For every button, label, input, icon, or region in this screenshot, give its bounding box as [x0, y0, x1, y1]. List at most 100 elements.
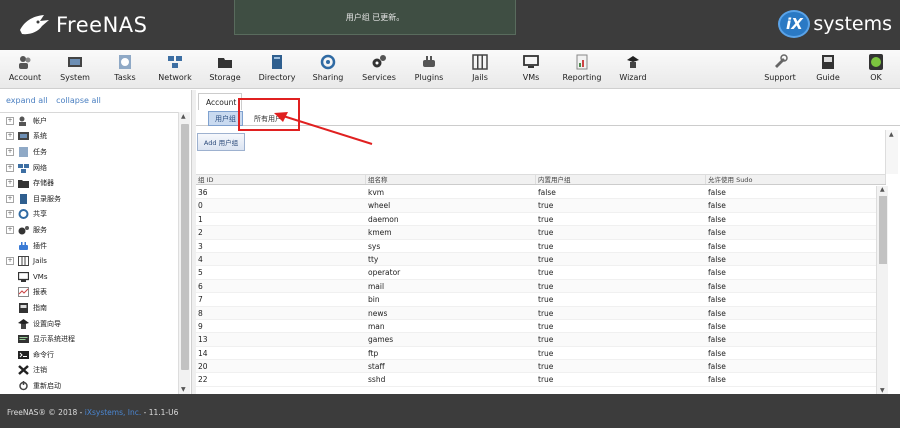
- toolbar-account-button[interactable]: Account: [0, 52, 50, 87]
- scroll-down-arrow-icon[interactable]: ▼: [880, 387, 885, 394]
- ixsystems-link[interactable]: iXsystems, Inc.: [85, 408, 141, 417]
- cell-gid: 1: [198, 214, 203, 224]
- collapse-all-link[interactable]: collapse all: [56, 96, 101, 105]
- scroll-up-arrow-icon[interactable]: ▲: [889, 131, 894, 138]
- toolbar-wizard-button[interactable]: Wizard: [608, 52, 658, 87]
- cell-builtin: true: [538, 321, 554, 331]
- scroll-up-arrow-icon[interactable]: ▲: [181, 113, 186, 120]
- cell-group-name: games: [368, 335, 394, 345]
- tree-item-system[interactable]: + 系统: [0, 129, 178, 145]
- expand-plus-icon[interactable]: +: [6, 179, 14, 188]
- toolbar-tasks-button[interactable]: Tasks: [100, 52, 150, 87]
- cell-gid: 8: [198, 308, 203, 318]
- cell-group-name: staff: [368, 362, 385, 372]
- toolbar-reporting-button[interactable]: Reporting: [557, 52, 607, 87]
- cell-builtin: true: [538, 281, 554, 291]
- expand-plus-icon[interactable]: +: [6, 116, 14, 125]
- cell-builtin: true: [538, 228, 554, 238]
- column-header-sudo[interactable]: 允许使用 Sudo: [706, 175, 886, 184]
- cell-gid: 7: [198, 295, 203, 305]
- copyright-text: FreeNAS® © 2018 -: [7, 408, 85, 417]
- expand-plus-icon[interactable]: +: [6, 132, 14, 141]
- toolbar-directory-button[interactable]: Directory: [252, 52, 302, 87]
- table-row[interactable]: 8 news true false: [196, 306, 886, 320]
- expand-plus-icon[interactable]: +: [6, 257, 14, 266]
- sidebar-scrollbar[interactable]: ▲ ▼: [178, 112, 190, 394]
- tree-item-logout[interactable]: 注销: [0, 363, 178, 379]
- grid-header: 组 ID 组名称 内置用户组 允许使用 Sudo: [196, 174, 886, 185]
- expand-all-link[interactable]: expand all: [6, 96, 48, 105]
- expand-plus-icon[interactable]: +: [6, 210, 14, 219]
- table-row[interactable]: 3 sys true false: [196, 240, 886, 253]
- cell-sudo: false: [708, 214, 726, 224]
- guide-icon: [19, 302, 28, 313]
- tree-item-sharing[interactable]: + 共享: [0, 207, 178, 223]
- table-row[interactable]: 7 bin true false: [196, 293, 886, 307]
- tree-item-reboot[interactable]: 重新启动: [0, 378, 178, 394]
- toolbar-support-button[interactable]: Support: [755, 52, 805, 87]
- cell-gid: 6: [198, 281, 203, 291]
- table-row[interactable]: 4 tty true false: [196, 252, 886, 267]
- toolbar-system-button[interactable]: System: [50, 52, 100, 87]
- toolbar-sharing-button[interactable]: Sharing: [303, 52, 353, 87]
- sidebar-scroll-thumb[interactable]: [181, 124, 189, 370]
- tree-item-accounts[interactable]: + 帐户: [0, 113, 178, 129]
- tree-item-directory[interactable]: + 目录服务: [0, 191, 178, 207]
- tab-account[interactable]: Account: [198, 93, 242, 110]
- grid-scrollbar[interactable]: ▲ ▼: [876, 186, 888, 394]
- tree-item-plugins[interactable]: 插件: [0, 238, 178, 254]
- freenas-shark-icon: [20, 15, 49, 35]
- toolbar-services-button[interactable]: Services: [354, 52, 404, 87]
- tree-item-storage[interactable]: + 存储器: [0, 175, 178, 191]
- cell-builtin: true: [538, 201, 554, 211]
- cell-group-name: kmem: [368, 228, 392, 238]
- scroll-up-arrow-icon[interactable]: ▲: [880, 186, 885, 193]
- column-header-gid[interactable]: 组 ID: [196, 175, 366, 184]
- table-row[interactable]: 6 mail true false: [196, 279, 886, 294]
- column-header-builtin[interactable]: 内置用户组: [536, 175, 706, 184]
- expand-plus-icon[interactable]: +: [6, 225, 14, 234]
- table-row[interactable]: 5 operator true false: [196, 266, 886, 280]
- scroll-down-arrow-icon[interactable]: ▼: [181, 386, 186, 393]
- table-row[interactable]: 0 wheel true false: [196, 199, 886, 213]
- table-row[interactable]: 36 kvm false false: [196, 186, 886, 200]
- toolbar-ok-status-button[interactable]: OK: [851, 52, 900, 87]
- network-icon: [18, 163, 29, 173]
- add-group-button[interactable]: Add 用户组: [197, 133, 245, 151]
- table-row[interactable]: 2 kmem true false: [196, 226, 886, 240]
- tree-item-services[interactable]: + 服务: [0, 222, 178, 238]
- table-row[interactable]: 1 daemon true false: [196, 213, 886, 227]
- table-row[interactable]: 9 man true false: [196, 320, 886, 334]
- cell-builtin: false: [538, 188, 556, 197]
- tree-item-network[interactable]: + 网络: [0, 160, 178, 176]
- tree-item-guide[interactable]: 指南: [0, 300, 178, 316]
- tree-item-shell[interactable]: 命令行: [0, 347, 178, 363]
- toolbar-vms-button[interactable]: VMs: [506, 52, 556, 87]
- expand-plus-icon[interactable]: +: [6, 147, 14, 156]
- table-row[interactable]: 14 ftp true false: [196, 347, 886, 361]
- tree-item-tasks[interactable]: + 任务: [0, 144, 178, 160]
- cell-gid: 5: [198, 268, 203, 278]
- toolbar-plugins-button[interactable]: Plugins: [404, 52, 454, 87]
- ok-status-icon: [868, 53, 884, 71]
- toolbar-network-button[interactable]: Network: [150, 52, 200, 87]
- toolbar-guide-button[interactable]: Guide: [803, 52, 853, 87]
- expand-plus-icon[interactable]: +: [6, 163, 14, 172]
- table-row[interactable]: 20 staff true false: [196, 360, 886, 374]
- table-row[interactable]: 13 games true false: [196, 333, 886, 347]
- tree-item-wizard[interactable]: 设置向导: [0, 316, 178, 332]
- table-row[interactable]: 22 sshd true false: [196, 373, 886, 387]
- tree-item-processes[interactable]: 显示系统进程: [0, 331, 178, 347]
- account-icon: [17, 53, 33, 71]
- column-header-group-name[interactable]: 组名称: [366, 175, 536, 184]
- toolbar-storage-button[interactable]: Storage: [200, 52, 250, 87]
- cell-builtin: true: [538, 335, 554, 345]
- system-icon: [18, 132, 29, 141]
- tree-item-jails[interactable]: + Jails: [0, 253, 178, 269]
- grid-scroll-thumb[interactable]: [879, 196, 887, 264]
- tree-item-vms[interactable]: VMs: [0, 269, 178, 285]
- tree-item-reporting[interactable]: 报表: [0, 285, 178, 301]
- toolbar-jails-button[interactable]: Jails: [455, 52, 505, 87]
- cell-group-name: news: [368, 308, 388, 318]
- expand-plus-icon[interactable]: +: [6, 194, 14, 203]
